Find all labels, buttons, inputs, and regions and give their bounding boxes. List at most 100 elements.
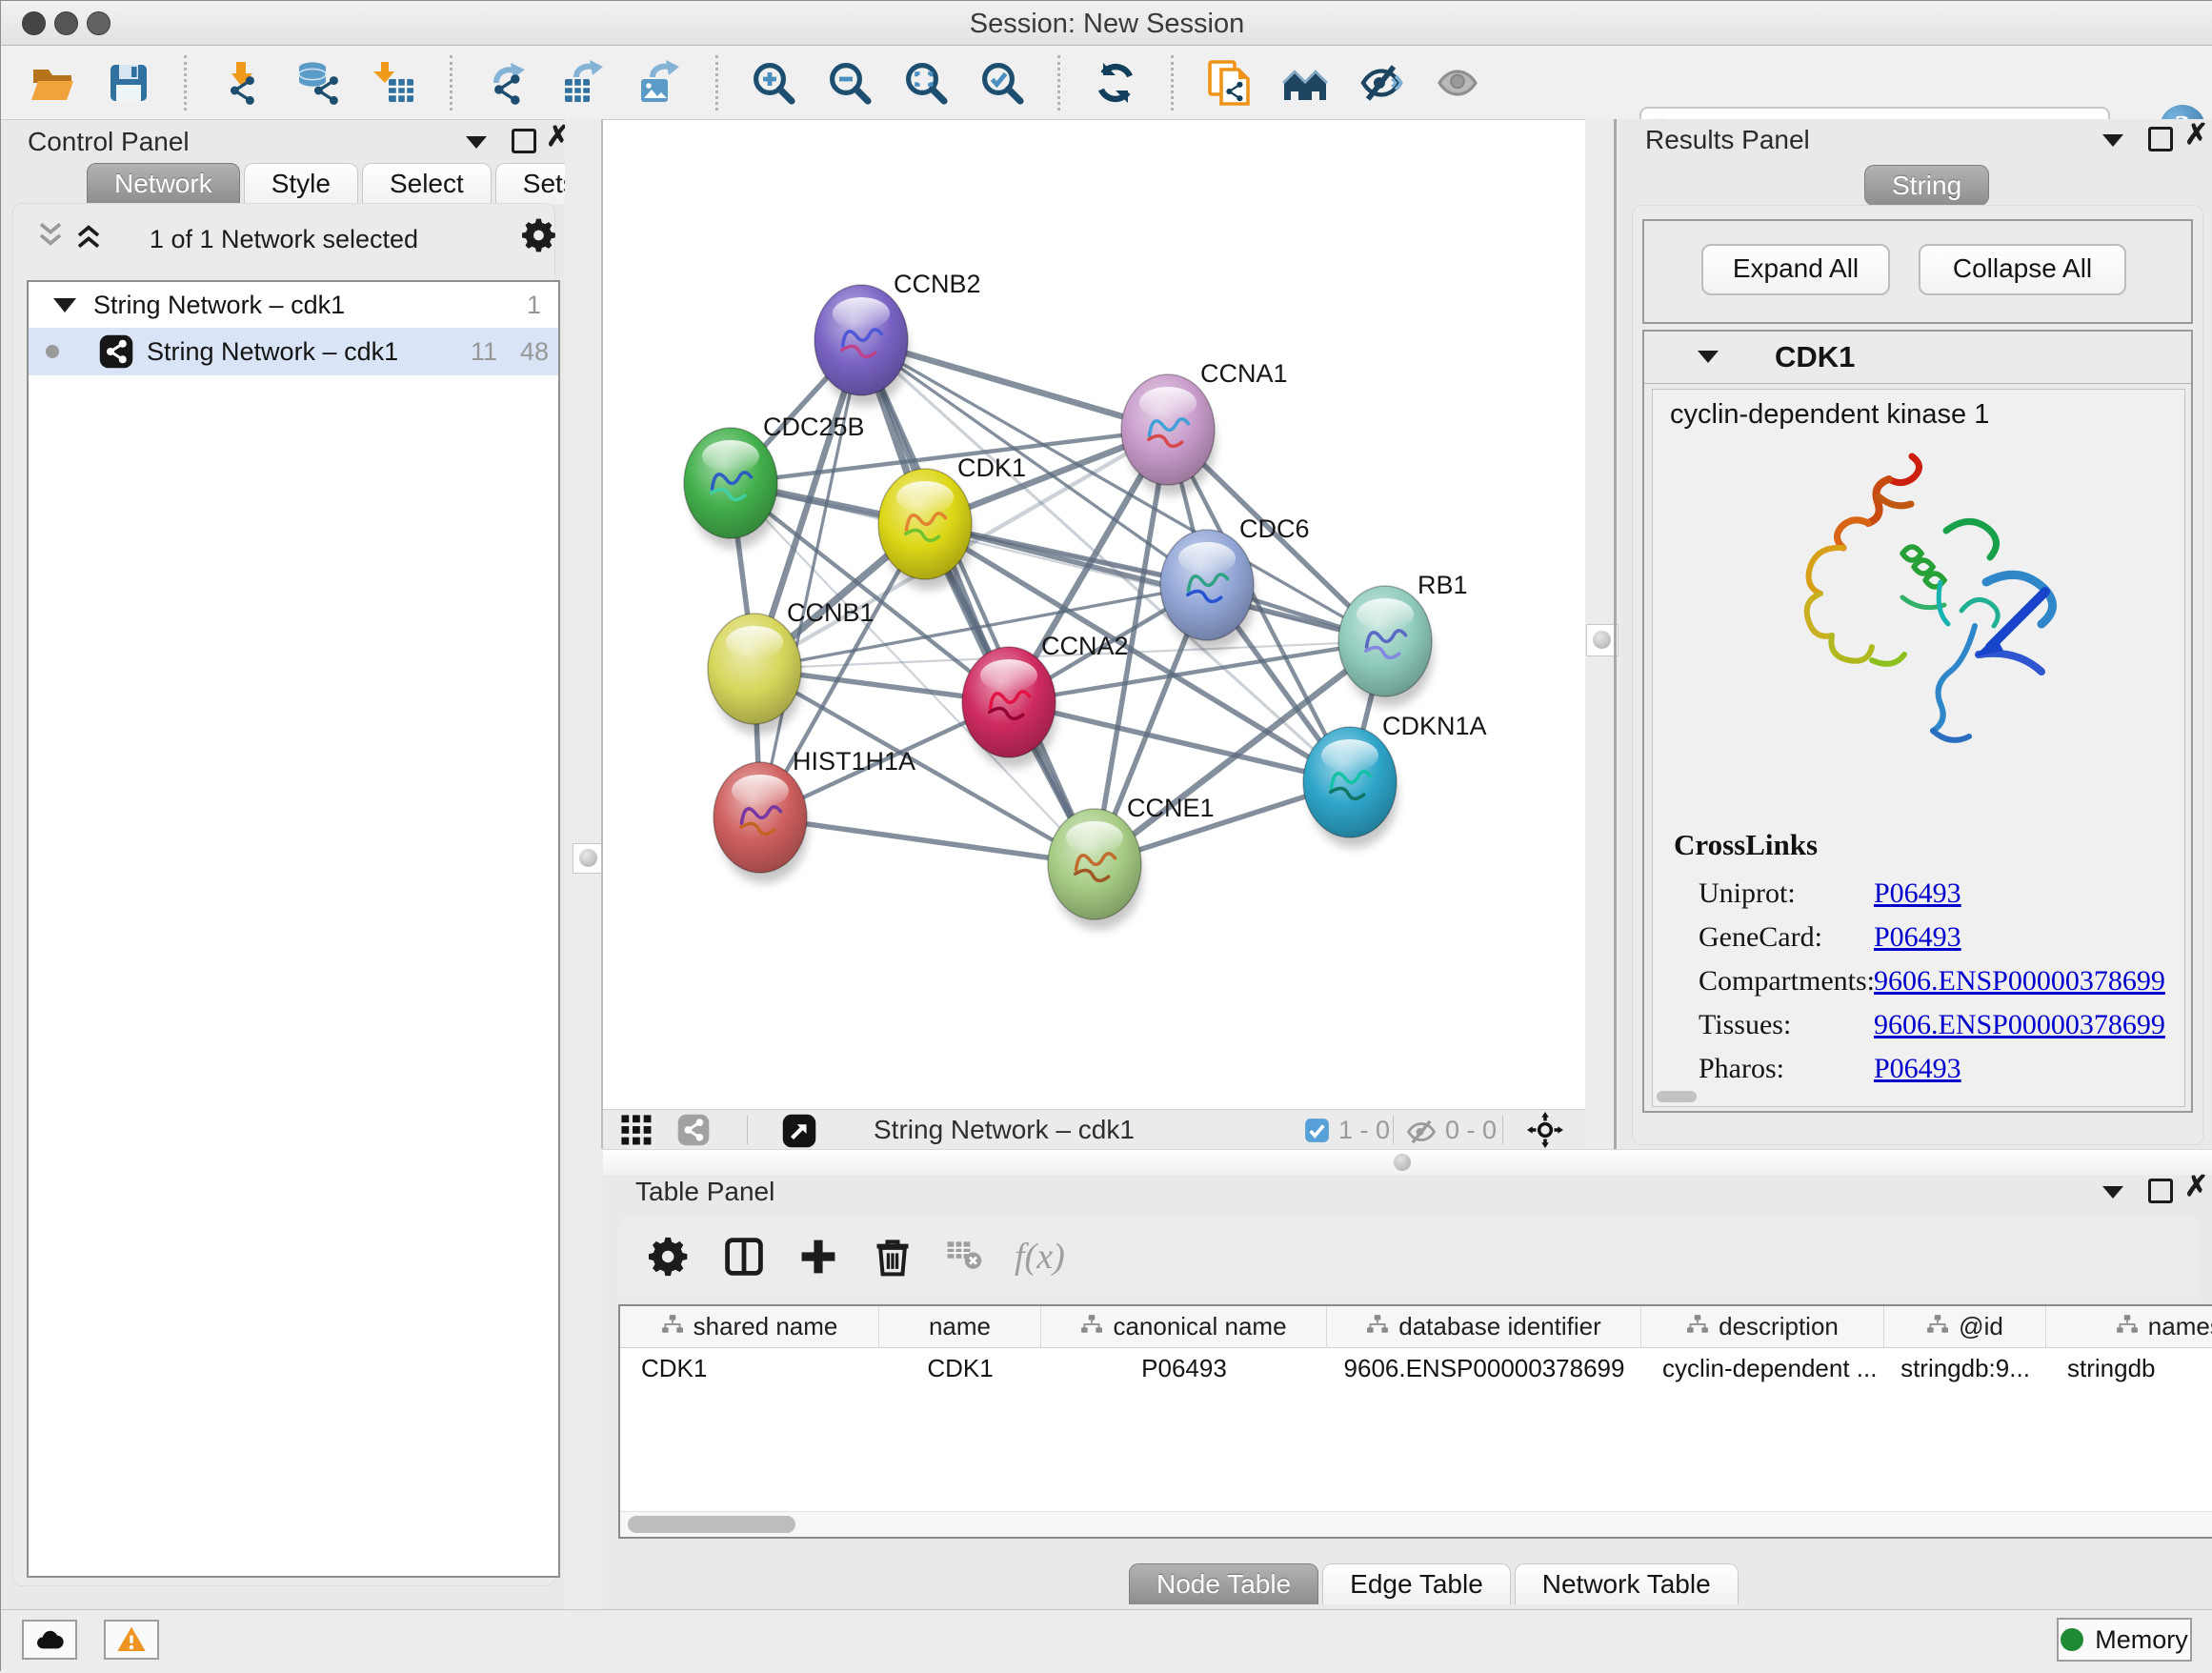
title-bar: Session: New Session <box>1 1 2212 46</box>
save-session-icon[interactable] <box>106 60 151 106</box>
crosslink-label: Tissues: <box>1699 1003 1791 1047</box>
import-network-file-icon[interactable] <box>219 60 265 106</box>
node-CCNA1[interactable]: CCNA1 <box>1121 359 1288 495</box>
share-view-icon[interactable] <box>677 1114 710 1146</box>
horizontal-splitter-handle[interactable] <box>1394 1154 1411 1171</box>
node-CCNB1[interactable]: CCNB1 <box>708 598 875 735</box>
crosslink-row: Pharos:P06493 <box>1653 1047 2184 1091</box>
network-row[interactable]: String Network – cdk1 11 48 <box>29 328 558 375</box>
hide-selected-icon[interactable] <box>1358 60 1404 106</box>
node-CDKN1A[interactable]: CDKN1A <box>1303 712 1487 848</box>
export-network-icon[interactable] <box>485 60 531 106</box>
delete-column-icon[interactable] <box>872 1236 914 1278</box>
node-HIST1H1A[interactable]: HIST1H1A <box>714 747 915 883</box>
columns-icon[interactable] <box>723 1236 765 1278</box>
crosslink-link[interactable]: P06493 <box>1874 916 1961 959</box>
crosslink-link[interactable]: P06493 <box>1874 872 1961 916</box>
network-options-gear-icon[interactable] <box>522 217 558 253</box>
column-label: description <box>1719 1312 1839 1341</box>
refresh-layout-icon[interactable] <box>1093 60 1138 106</box>
node-CDC6[interactable]: CDC6 <box>1160 514 1310 651</box>
open-session-icon[interactable] <box>30 60 75 106</box>
export-image-icon[interactable] <box>637 60 683 106</box>
open-in-new-window-icon[interactable] <box>782 1114 816 1146</box>
import-table-icon[interactable] <box>372 60 417 106</box>
home-icon[interactable] <box>1282 60 1328 106</box>
protein-section-header[interactable]: CDK1 <box>1644 332 2191 384</box>
warnings-button[interactable] <box>104 1620 159 1660</box>
crosslink-link[interactable]: 9606.ENSP00000378699 <box>1874 959 2165 1003</box>
cloud-button[interactable] <box>22 1620 77 1660</box>
column-label: shared name <box>694 1312 838 1341</box>
toolbar-separator <box>184 55 187 111</box>
float-panel-icon[interactable] <box>512 129 536 153</box>
right-splitter[interactable] <box>1585 119 1620 1149</box>
close-panel-icon[interactable]: ✗ <box>2184 1177 2208 1198</box>
grid-view-icon[interactable] <box>620 1114 653 1146</box>
crosslink-label: Uniprot: <box>1699 872 1796 916</box>
memory-button[interactable]: Memory <box>2057 1618 2192 1662</box>
cell-database-identifier: 9606.ENSP00000378699 <box>1327 1348 1641 1388</box>
column-tree-icon <box>1366 1312 1389 1341</box>
selected-count: 1 - 0 <box>1338 1116 1390 1145</box>
birdseye-icon[interactable] <box>1527 1112 1563 1144</box>
float-panel-icon[interactable] <box>2148 127 2173 151</box>
gear-icon[interactable] <box>649 1236 691 1278</box>
export-table-icon[interactable] <box>561 60 607 106</box>
panel-menu-icon[interactable] <box>2102 1186 2123 1199</box>
toolbar-separator <box>715 55 718 111</box>
toolbar-separator <box>450 55 452 111</box>
zoom-fit-icon[interactable] <box>903 60 949 106</box>
node-label: CDC25B <box>763 413 865 441</box>
collection-expand-icon[interactable] <box>53 298 76 312</box>
protein-structure-image <box>1760 439 2074 811</box>
left-splitter-handle[interactable] <box>573 843 605 874</box>
table-hscrollbar-thumb[interactable] <box>628 1516 795 1533</box>
edge-CCNB2-CCNE1 <box>861 340 1095 864</box>
zoom-out-icon[interactable] <box>827 60 873 106</box>
tab-network[interactable]: Network <box>87 163 240 204</box>
expand-all-button[interactable]: Expand All <box>1701 244 1890 295</box>
crosslink-link[interactable]: P06493 <box>1874 1047 1961 1091</box>
import-string-network-icon[interactable] <box>1206 60 1252 106</box>
column-header-name[interactable]: name <box>879 1306 1041 1348</box>
column-header-namespace[interactable]: namespace <box>2046 1306 2212 1348</box>
tab-node-table[interactable]: Node Table <box>1129 1563 1318 1604</box>
column-tree-icon <box>2116 1312 2139 1341</box>
tab-style[interactable]: Style <box>244 163 358 204</box>
add-column-icon[interactable] <box>797 1236 839 1278</box>
column-header--id[interactable]: @id <box>1884 1306 2046 1348</box>
column-header-description[interactable]: description <box>1641 1306 1884 1348</box>
panel-menu-icon[interactable] <box>2102 134 2123 147</box>
memory-status-dot <box>2061 1628 2083 1651</box>
network-canvas[interactable]: CCNB2CCNA1CDC25BCDK1CDC6RB1CCNB1CCNA2CDK… <box>603 119 1585 1109</box>
column-header-database-identifier[interactable]: database identifier <box>1327 1306 1641 1348</box>
import-network-database-icon[interactable] <box>295 60 341 106</box>
column-header-shared-name[interactable]: shared name <box>620 1306 879 1348</box>
collapse-section-icon[interactable] <box>1698 351 1719 363</box>
left-splitter[interactable] <box>565 119 603 1609</box>
tab-string[interactable]: String <box>1864 165 1989 206</box>
zoom-in-icon[interactable] <box>751 60 796 106</box>
float-panel-icon[interactable] <box>2148 1179 2173 1203</box>
tab-network-table[interactable]: Network Table <box>1515 1563 1739 1604</box>
panel-menu-icon[interactable] <box>466 136 487 149</box>
close-panel-icon[interactable]: ✗ <box>2184 125 2208 146</box>
protein-name: CDK1 <box>1775 340 1855 374</box>
tab-select[interactable]: Select <box>362 163 492 204</box>
network-collection-row[interactable]: String Network – cdk1 1 <box>29 282 558 328</box>
zoom-selected-icon[interactable] <box>979 60 1025 106</box>
tab-edge-table[interactable]: Edge Table <box>1322 1563 1511 1604</box>
results-panel-title: Results Panel <box>1645 125 1810 155</box>
node-CCNB2[interactable]: CCNB2 <box>814 270 981 406</box>
results-scrollbar[interactable] <box>1657 1091 1697 1102</box>
collapse-all-button[interactable]: Collapse All <box>1919 244 2126 295</box>
network-graph[interactable]: CCNB2CCNA1CDC25BCDK1CDC6RB1CCNB1CCNA2CDK… <box>605 129 1584 1110</box>
horizontal-splitter[interactable] <box>603 1149 2212 1177</box>
table-hscrollbar[interactable] <box>620 1511 2212 1537</box>
crosslink-link[interactable]: 9606.ENSP00000378699 <box>1874 1003 2165 1047</box>
network-node-count: 11 <box>471 328 497 375</box>
selected-checkbox[interactable] <box>1304 1118 1330 1150</box>
column-header-canonical-name[interactable]: canonical name <box>1041 1306 1327 1348</box>
node-RB1[interactable]: RB1 <box>1338 571 1468 707</box>
